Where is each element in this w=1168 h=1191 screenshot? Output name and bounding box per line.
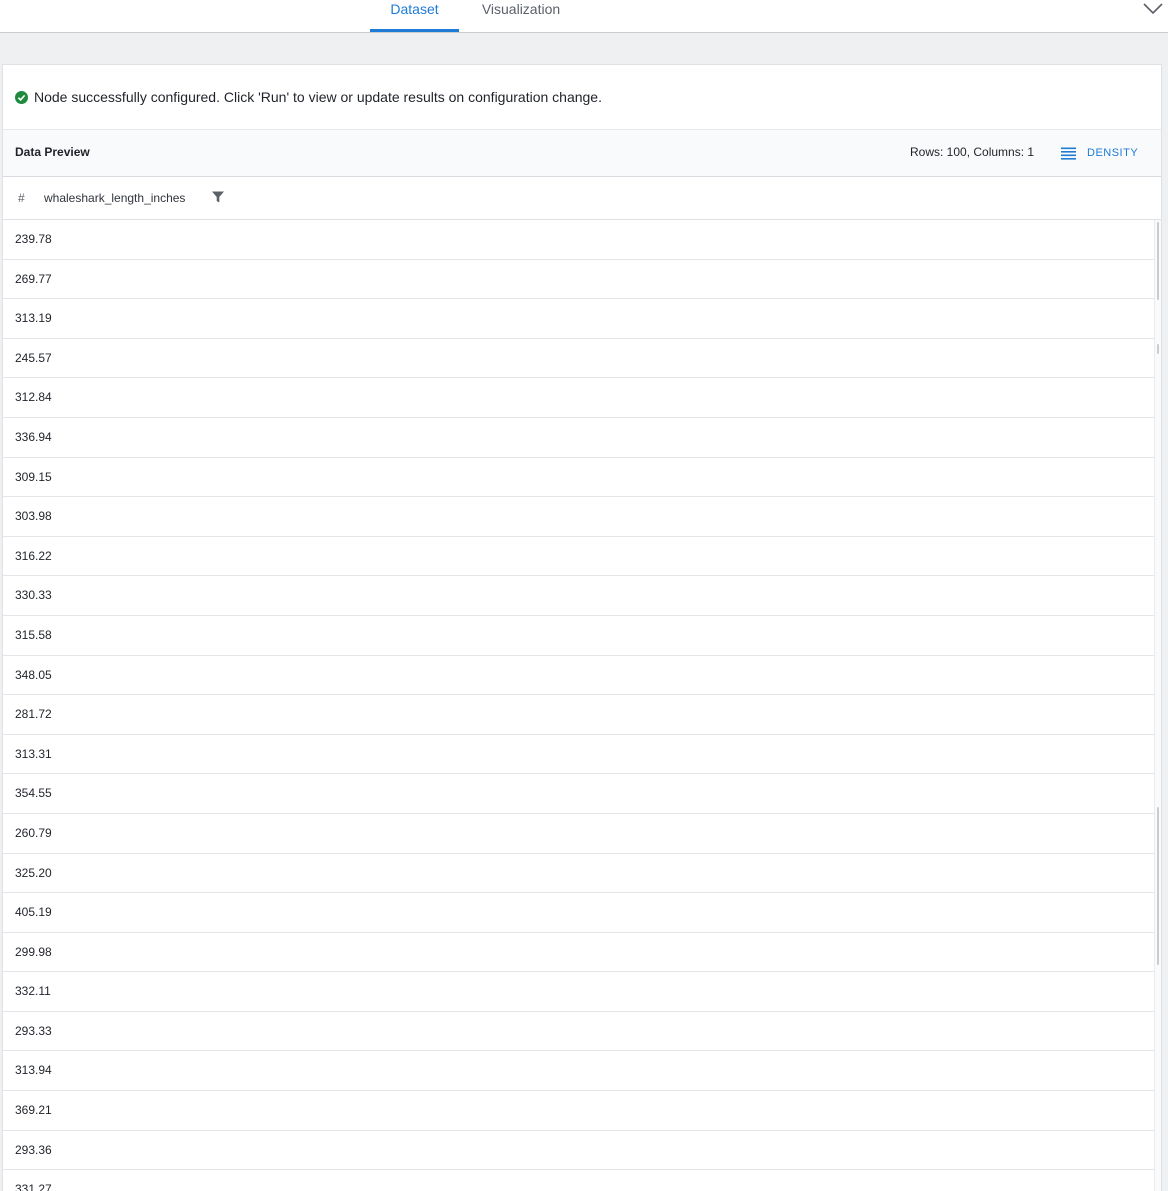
table-row[interactable]: 293.36 [3, 1131, 1154, 1171]
data-preview-title: Data Preview [15, 145, 90, 159]
rows-columns-count: Rows: 100, Columns: 1 [910, 145, 1035, 159]
table-cell: 269.77 [15, 271, 52, 286]
status-text: Node successfully configured. Click 'Run… [34, 89, 602, 105]
density-button[interactable]: DENSITY [1061, 140, 1138, 166]
data-preview-header: Data Preview Rows: 100, Columns: 1 DENSI… [3, 129, 1161, 177]
table-row[interactable]: 269.77 [3, 260, 1154, 300]
table-cell: 239.78 [15, 232, 52, 246]
table-cell: 299.98 [15, 944, 52, 959]
table-row[interactable]: 331.27 [3, 1170, 1154, 1191]
table-cell: 354.55 [15, 786, 52, 801]
table-row[interactable]: 299.98 [3, 933, 1154, 973]
scrollbar-marker [1157, 344, 1159, 354]
tab-visualization[interactable]: Visualization [466, 0, 576, 32]
numeric-type-icon: # [18, 191, 25, 205]
table-cell: 260.79 [15, 825, 52, 840]
density-lines-icon [1061, 147, 1076, 160]
table-cell: 245.57 [15, 350, 52, 365]
table-cell: 332.11 [15, 984, 51, 999]
table-cell: 330.33 [15, 588, 52, 603]
table-row[interactable]: 313.19 [3, 299, 1154, 339]
table-row[interactable]: 405.19 [3, 893, 1154, 933]
column-name[interactable]: whaleshark_length_inches [44, 191, 185, 205]
table-cell: 309.15 [15, 469, 52, 484]
table-row[interactable]: 239.78 [3, 220, 1154, 260]
table-cell: 313.94 [15, 1063, 52, 1078]
scrollbar-marker [1157, 807, 1159, 965]
table-row[interactable]: 313.94 [3, 1051, 1154, 1092]
table-row[interactable]: 332.11 [3, 972, 1154, 1012]
filter-icon[interactable] [211, 190, 225, 204]
table-row[interactable]: 293.33 [3, 1012, 1154, 1052]
table-cell: 316.22 [15, 548, 52, 563]
chevron-down-icon[interactable] [1142, 0, 1164, 16]
table-row[interactable]: 312.84 [3, 378, 1154, 418]
table-row[interactable]: 325.20 [3, 854, 1154, 894]
table-cell: 293.33 [15, 1023, 52, 1038]
table-cell: 312.84 [15, 390, 52, 405]
table-cell: 315.58 [15, 627, 52, 642]
table-row[interactable]: 348.05 [3, 656, 1154, 696]
tab-dataset[interactable]: Dataset [370, 0, 459, 32]
table-row[interactable]: 313.31 [3, 735, 1154, 775]
table-cell: 293.36 [15, 1142, 52, 1157]
table-row[interactable]: 303.98 [3, 497, 1154, 537]
top-tab-bar: Dataset Visualization [0, 0, 1168, 33]
vertical-scrollbar[interactable] [1154, 220, 1161, 1191]
table-row[interactable]: 330.33 [3, 576, 1154, 616]
node-output-panel: Node successfully configured. Click 'Run… [2, 64, 1162, 1191]
table-cell: 369.21 [15, 1103, 52, 1118]
table-cell: 336.94 [15, 429, 52, 444]
status-message: Node successfully configured. Click 'Run… [15, 88, 602, 106]
table-row[interactable]: 245.57 [3, 339, 1154, 379]
table-row[interactable]: 281.72 [3, 695, 1154, 735]
table-body: 239.78 269.77 313.19 245.57 312.84 336.94 309.… [3, 220, 1154, 1191]
table-row[interactable]: 336.94 [3, 418, 1154, 458]
table-cell: 348.05 [15, 667, 52, 682]
table-cell: 303.98 [15, 509, 52, 524]
table-cell: 281.72 [15, 707, 52, 722]
table-row[interactable]: 315.58 [3, 616, 1154, 656]
scrollbar-thumb[interactable] [1157, 222, 1159, 300]
density-label: DENSITY [1087, 147, 1139, 159]
check-circle-icon [15, 90, 28, 104]
column-header: # whaleshark_length_inches [3, 177, 1161, 220]
table-row[interactable]: 309.15 [3, 458, 1154, 498]
table-cell: 405.19 [15, 905, 52, 920]
table-cell: 325.20 [15, 865, 52, 880]
table-row[interactable]: 260.79 [3, 814, 1154, 854]
table-row[interactable]: 354.55 [3, 774, 1154, 814]
table-cell: 331.27 [15, 1182, 52, 1191]
table-row[interactable]: 316.22 [3, 537, 1154, 577]
table-cell: 313.31 [15, 746, 52, 761]
table-row[interactable]: 369.21 [3, 1091, 1154, 1131]
table-cell: 313.19 [15, 311, 52, 326]
